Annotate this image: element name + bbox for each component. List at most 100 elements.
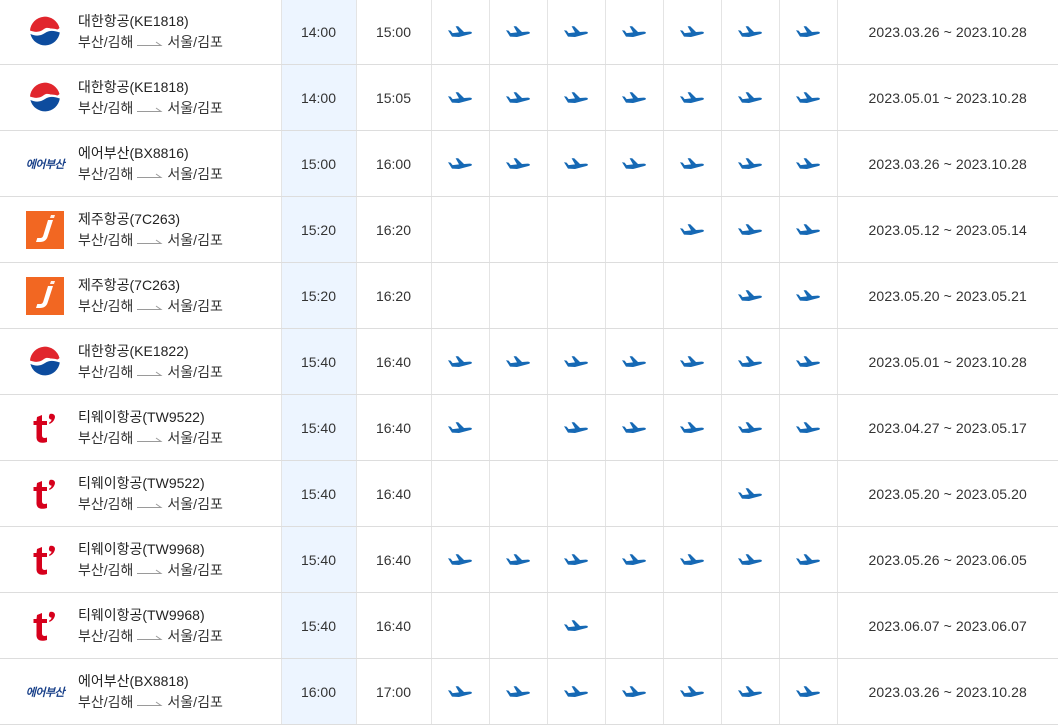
airline-cell: 에어부산 에어부산(BX8818) 부산/김해 서울/김포 [0,658,281,725]
day-cell-3 [546,262,605,329]
korean-air-logo [20,12,70,52]
departure-time: 15:40 [280,592,356,659]
table-row: 대한항공(KE1818) 부산/김해 서울/김포 14:00 15:00 202… [0,0,1058,65]
airplane-icon [548,619,605,633]
destination-city: 서울/김포 [167,429,223,446]
operating-period: 2023.05.20 ~ 2023.05.20 [836,460,1058,527]
day-cell-7 [778,658,837,725]
airplane-icon [664,157,721,171]
airplane-icon [606,157,663,171]
table-row: 에어부산 에어부산(BX8818) 부산/김해 서울/김포 16:00 17:0… [0,658,1058,725]
departure-time: 15:20 [280,196,356,263]
departure-time: 15:20 [280,262,356,329]
departure-time: 15:40 [280,460,356,527]
route-arrow-icon [137,560,164,581]
airline-cell: 티웨이항공(TW9968) 부산/김해 서울/김포 [0,526,281,593]
airline-flight-name: 대한항공(KE1818) [78,78,189,95]
airplane-icon [432,91,489,105]
airline-flight-name: 티웨이항공(TW9522) [78,474,205,491]
day-cell-7 [778,0,837,65]
airline-flight-name: 에어부산(BX8816) [78,144,189,161]
operating-period: 2023.04.27 ~ 2023.05.17 [836,394,1058,461]
table-row: 제주항공(7C263) 부산/김해 서울/김포 15:20 16:20 2023… [0,262,1058,329]
day-cell-4 [604,64,663,131]
airline-cell: 티웨이항공(TW9968) 부산/김해 서울/김포 [0,592,281,659]
day-cell-6 [720,196,779,263]
day-cell-3 [546,0,605,65]
day-cell-5 [662,592,721,659]
airline-flight-name: 대한항공(KE1822) [78,342,189,359]
airline-flight-name: 티웨이항공(TW9968) [78,540,205,557]
airplane-icon [606,421,663,435]
tway-logo [20,606,70,646]
route: 부산/김해 서울/김포 [78,32,223,53]
airplane-icon [432,553,489,567]
korean-air-logo [20,342,70,382]
airplane-icon [432,421,489,435]
day-cell-7 [778,196,837,263]
day-cell-6 [720,592,779,659]
airline-cell: 제주항공(7C263) 부산/김해 서울/김포 [0,262,281,329]
airplane-icon [722,553,779,567]
day-cell-1 [430,328,489,395]
day-cell-4 [604,0,663,65]
air-busan-logo: 에어부산 [20,672,70,712]
operating-period: 2023.05.20 ~ 2023.05.21 [836,262,1058,329]
flight-schedule-table: 대한항공(KE1818) 부산/김해 서울/김포 14:00 15:00 202… [0,0,1058,725]
route: 부산/김해 서울/김포 [78,560,223,581]
airplane-icon [548,157,605,171]
air-busan-logo: 에어부산 [20,144,70,184]
day-cell-6 [720,460,779,527]
airplane-icon [722,421,779,435]
airplane-icon [548,91,605,105]
airplane-icon [780,223,837,237]
airplane-icon [722,355,779,369]
tway-logo [20,540,70,580]
route-arrow-icon [137,362,164,383]
airplane-icon [664,421,721,435]
table-row: 대한항공(KE1822) 부산/김해 서울/김포 15:40 16:40 202… [0,328,1058,395]
day-cell-5 [662,262,721,329]
day-cell-6 [720,130,779,197]
airplane-icon [490,91,547,105]
route: 부산/김해 서울/김포 [78,296,223,317]
airplane-icon [780,157,837,171]
route-arrow-icon [137,230,164,251]
route-arrow-icon [137,428,164,449]
airplane-icon [548,355,605,369]
day-cell-4 [604,394,663,461]
day-cell-5 [662,64,721,131]
arrival-time: 16:40 [355,328,431,395]
day-cell-2 [488,328,547,395]
day-cell-3 [546,328,605,395]
route: 부산/김해 서울/김포 [78,692,223,713]
day-cell-5 [662,328,721,395]
airline-flight-name: 티웨이항공(TW9522) [78,408,205,425]
origin-city: 부산/김해 [78,34,134,50]
day-cell-2 [488,64,547,131]
airplane-icon [548,685,605,699]
air-busan-logo-text: 에어부산 [25,157,65,171]
airplane-icon [722,685,779,699]
day-cell-3 [546,130,605,197]
day-cell-1 [430,196,489,263]
day-cell-3 [546,460,605,527]
airplane-icon [548,25,605,39]
day-cell-6 [720,658,779,725]
day-cell-7 [778,460,837,527]
airplane-icon [780,421,837,435]
jeju-air-logo [20,210,70,250]
day-cell-3 [546,526,605,593]
table-row: 티웨이항공(TW9522) 부산/김해 서울/김포 15:40 16:40 20… [0,394,1058,461]
tway-logo [20,474,70,514]
origin-city: 부산/김해 [78,99,134,116]
day-cell-5 [662,526,721,593]
day-cell-2 [488,0,547,65]
arrival-time: 16:40 [355,394,431,461]
jeju-air-logo [20,276,70,316]
day-cell-7 [778,394,837,461]
airline-flight-name: 제주항공(7C263) [78,210,181,227]
origin-city: 부산/김해 [78,363,134,380]
day-cell-6 [720,394,779,461]
arrival-time: 16:00 [355,130,431,197]
